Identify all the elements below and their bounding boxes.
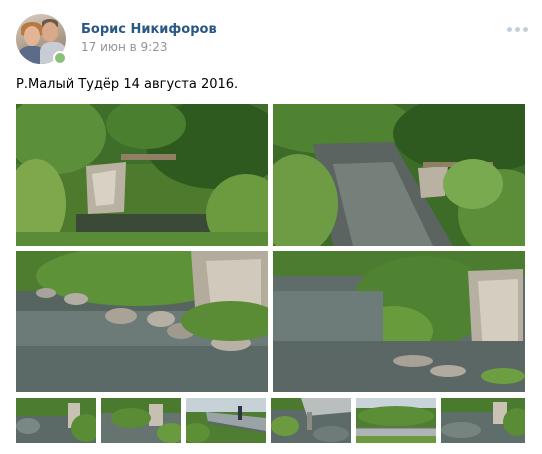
photo-7[interactable] bbox=[186, 398, 266, 443]
wall-post: Борис Никифоров 17 июн в 9:23 Р.Малый Ту… bbox=[0, 0, 542, 454]
photo-2[interactable] bbox=[273, 104, 525, 246]
photo-3[interactable] bbox=[16, 251, 268, 392]
photo-1[interactable] bbox=[16, 104, 268, 246]
photo-4[interactable] bbox=[273, 251, 525, 392]
photo-10[interactable] bbox=[441, 398, 525, 443]
post-text: Р.Малый Тудёр 14 августа 2016. bbox=[16, 77, 239, 92]
more-options-icon[interactable] bbox=[507, 23, 529, 35]
online-status-icon bbox=[53, 51, 67, 65]
post-timestamp-link[interactable]: 17 июн в 9:23 bbox=[81, 40, 167, 54]
photo-8[interactable] bbox=[271, 398, 351, 443]
photo-9[interactable] bbox=[356, 398, 436, 443]
author-name-link[interactable]: Борис Никифоров bbox=[81, 22, 217, 37]
photo-5[interactable] bbox=[16, 398, 96, 443]
photo-6[interactable] bbox=[101, 398, 181, 443]
